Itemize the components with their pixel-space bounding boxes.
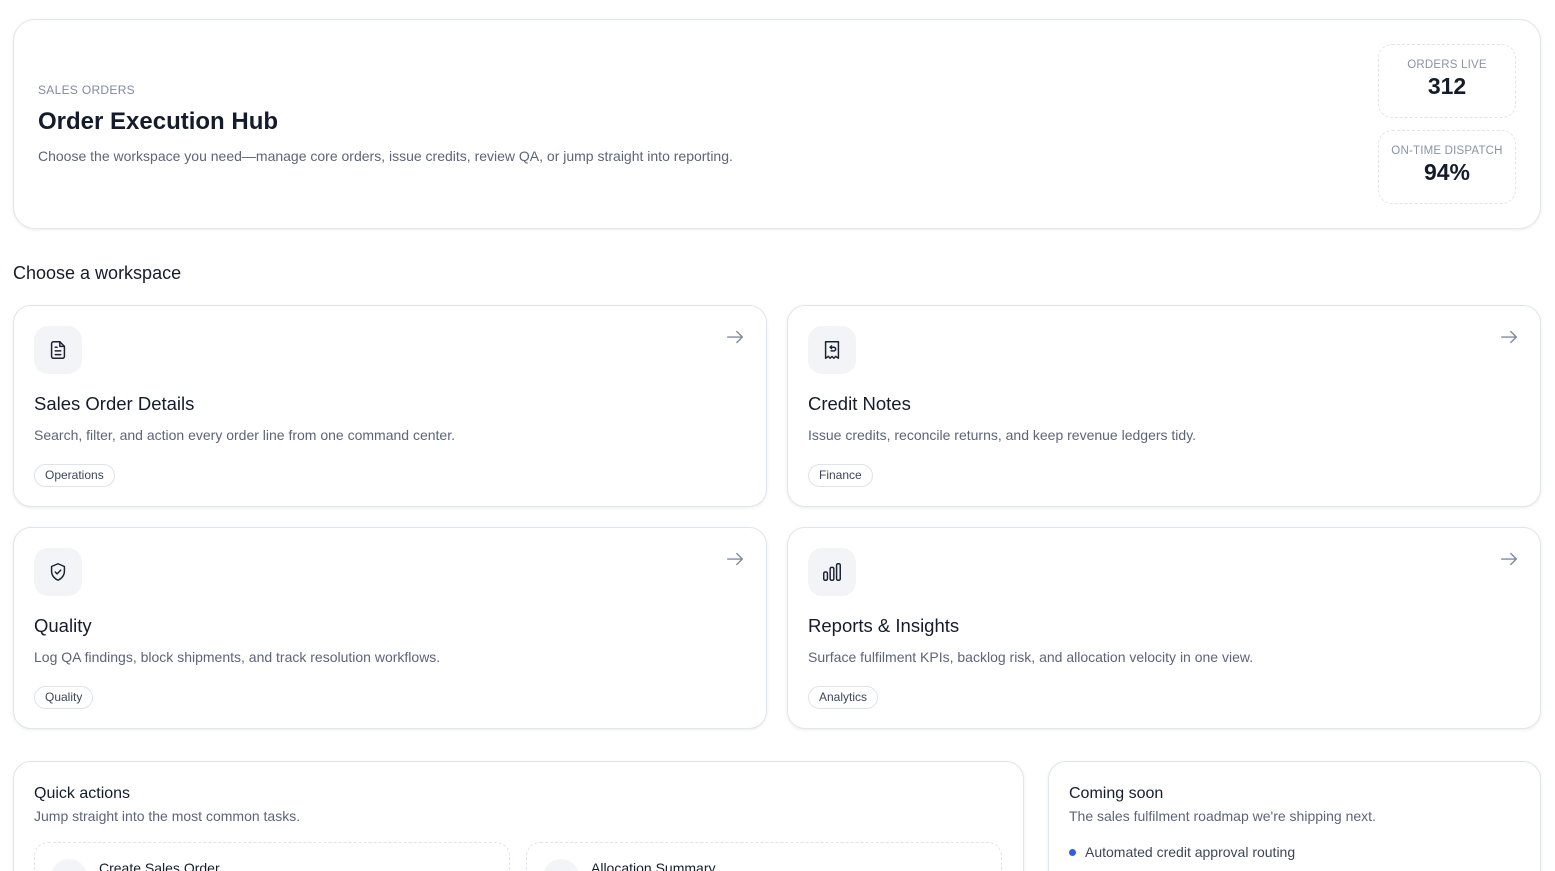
workspace-card-quality[interactable]: Quality Log QA findings, block shipments…	[13, 527, 767, 729]
quick-action-create-sales-order[interactable]: Create Sales Order	[34, 842, 510, 871]
page-title: Order Execution Hub	[38, 108, 279, 135]
bullet-dot	[1069, 848, 1076, 856]
quick-actions-title: Quick actions	[34, 785, 131, 802]
workspace-title: Reports & Insights	[808, 615, 960, 636]
arrow-right-icon[interactable]	[724, 548, 746, 570]
stat-value: 312	[1427, 73, 1467, 99]
workspace-title: Quality	[34, 615, 92, 636]
workspace-description: Surface fulfilment KPIs, backlog risk, a…	[808, 649, 1254, 665]
plus-icon	[51, 859, 87, 871]
workspace-title: Sales Order Details	[34, 393, 195, 414]
quick-actions-card: Quick actions Jump straight into the mos…	[13, 761, 1024, 871]
quick-action-label: Create Sales Order	[99, 860, 220, 871]
bar-chart-icon	[808, 548, 856, 596]
quick-action-allocation-summary[interactable]: Allocation Summary	[526, 842, 1002, 871]
workspace-title: Credit Notes	[808, 393, 911, 414]
workspace-tag: Finance	[808, 464, 873, 487]
workspace-tag: Operations	[34, 464, 115, 487]
quick-action-label: Allocation Summary	[591, 860, 716, 871]
workspace-card-credit-notes[interactable]: Credit Notes Issue credits, reconcile re…	[787, 305, 1541, 507]
roadmap-item-label: Automated credit approval routing	[1085, 844, 1296, 860]
layers-icon	[543, 859, 579, 871]
workspace-description: Log QA findings, block shipments, and tr…	[34, 649, 441, 665]
document-icon	[34, 326, 82, 374]
roadmap-item: Automated credit approval routing	[1069, 844, 1295, 860]
hero-subtitle: Choose the workspace you need—manage cor…	[38, 148, 733, 164]
arrow-right-icon[interactable]	[1498, 326, 1520, 348]
workspace-card-sales-order-details[interactable]: Sales Order Details Search, filter, and …	[13, 305, 767, 507]
workspace-card-reports-insights[interactable]: Reports & Insights Surface fulfilment KP…	[787, 527, 1541, 729]
workspace-description: Search, filter, and action every order l…	[34, 427, 455, 443]
page: SALES ORDERS Order Execution Hub Choose …	[0, 0, 1555, 871]
stat-on-time-dispatch: ON-TIME DISPATCH 94%	[1378, 130, 1516, 204]
section-title: Choose a workspace	[13, 263, 182, 283]
coming-soon-title: Coming soon	[1069, 785, 1164, 802]
workspace-tag: Analytics	[808, 686, 879, 709]
hero-card: SALES ORDERS Order Execution Hub Choose …	[13, 19, 1541, 229]
coming-soon-subtitle: The sales fulfilment roadmap we're shipp…	[1069, 808, 1376, 824]
quick-actions-subtitle: Jump straight into the most common tasks…	[34, 808, 301, 824]
receipt-refund-icon	[808, 326, 856, 374]
arrow-right-icon[interactable]	[724, 326, 746, 348]
coming-soon-card: Coming soon The sales fulfilment roadmap…	[1048, 761, 1541, 871]
stat-orders-live: ORDERS LIVE 312	[1378, 44, 1516, 118]
arrow-right-icon[interactable]	[1498, 548, 1520, 570]
workspace-description: Issue credits, reconcile returns, and ke…	[808, 427, 1197, 443]
stat-label: ORDERS LIVE	[1407, 59, 1487, 71]
shield-check-icon	[34, 548, 82, 596]
stat-label: ON-TIME DISPATCH	[1391, 145, 1503, 157]
workspace-tag: Quality	[34, 686, 94, 709]
stat-value: 94%	[1423, 159, 1471, 185]
hero-eyebrow: SALES ORDERS	[38, 83, 135, 97]
